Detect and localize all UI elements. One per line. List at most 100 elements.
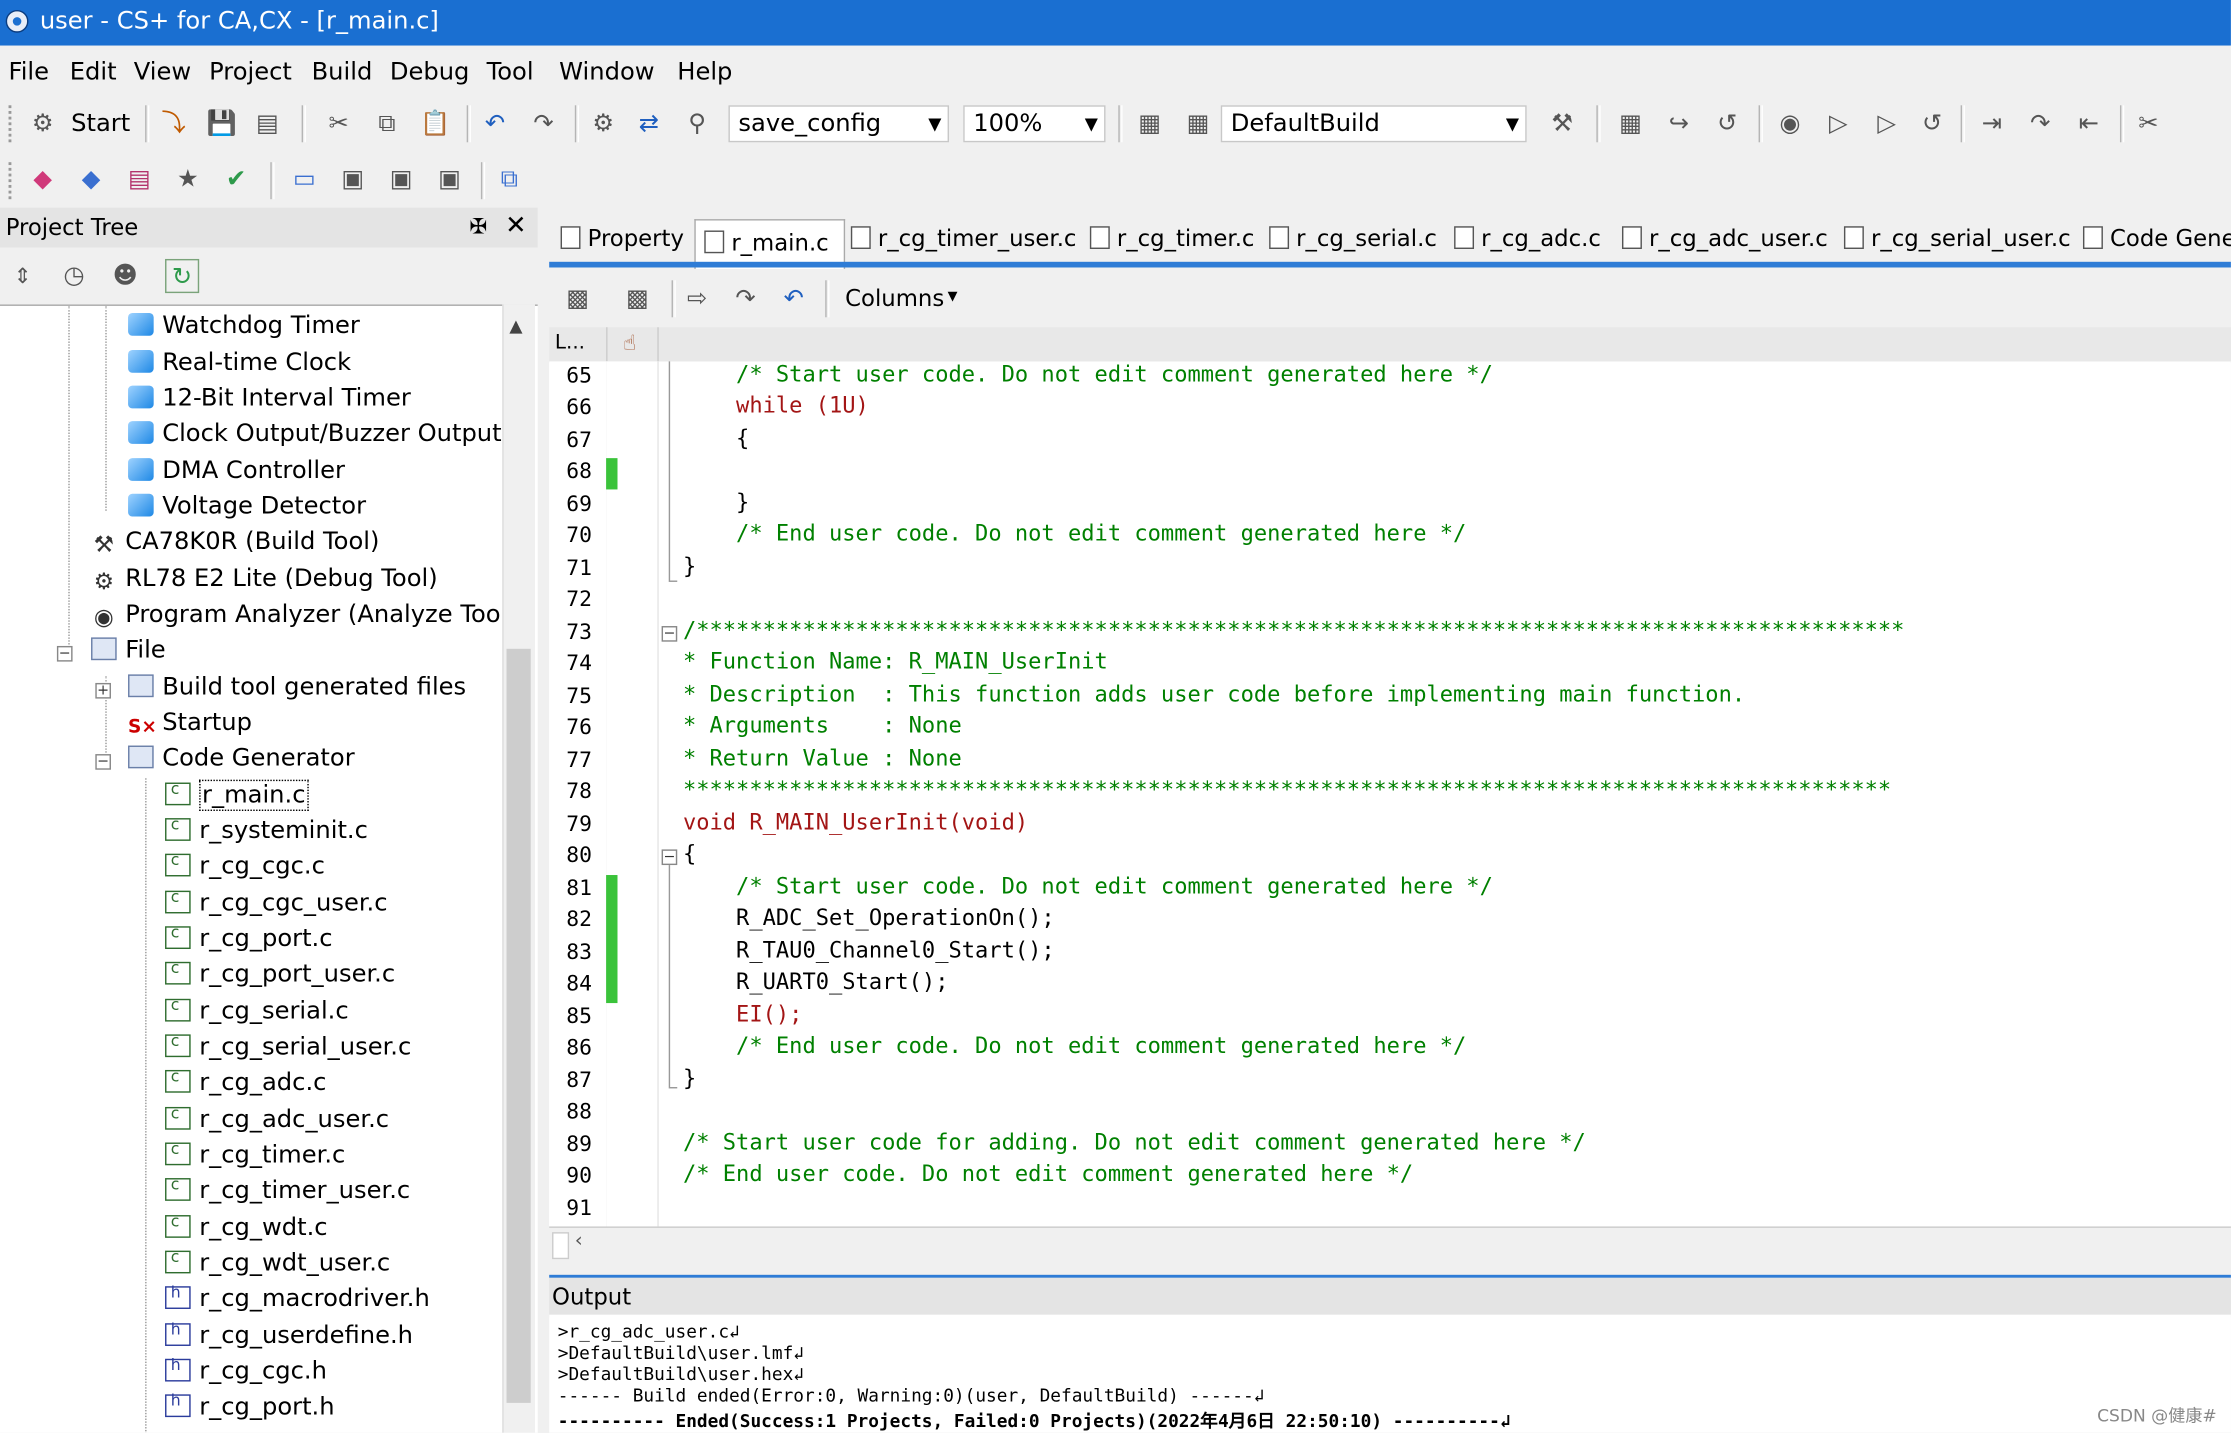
menu-project[interactable]: Project [209, 58, 292, 86]
tree-item-real-time-clock[interactable]: Real-time Clock [128, 349, 351, 385]
tree-item-file-h[interactable]: r_cg_macrodriver.h [165, 1283, 430, 1321]
tree-item-file-c[interactable]: r_cg_port_user.c [165, 959, 395, 996]
pin-icon[interactable]: ✠ [470, 213, 488, 239]
tab-r-cg-serial-c[interactable]: r_cg_serial.c [1269, 225, 1437, 265]
tree-item-file-c[interactable]: r_cg_port.c [165, 923, 333, 961]
redo-icon[interactable]: ↷ [728, 282, 762, 316]
tree-item-debug-tool[interactable]: ⚙ RL78 E2 Lite (Debug Tool) [91, 565, 438, 601]
editor-horizontal-scrollbar[interactable]: ‹ [549, 1226, 2231, 1263]
download-icon[interactable]: ▦ [1613, 107, 1647, 141]
go-icon[interactable]: ▷ [1821, 107, 1855, 141]
tree-item-file-c[interactable]: r_cg_wdt_user.c [165, 1248, 390, 1285]
menu-file[interactable]: File [9, 58, 49, 86]
connect-icon[interactable]: ↪ [1662, 107, 1696, 141]
tree-item-file-c[interactable]: r_cg_serial_user.c [165, 1032, 411, 1069]
chevron-down-icon[interactable]: ▼ [1500, 107, 1526, 141]
chevron-left-icon[interactable]: ‹ [575, 1229, 583, 1252]
cut-icon[interactable]: ✂ [322, 107, 356, 141]
open-icon[interactable]: ⤵ [157, 107, 191, 141]
output-panel[interactable]: >r_cg_adc_user.c↲ >DefaultBuild\user.lmf… [549, 1314, 2231, 1433]
toolbar-grip[interactable] [8, 162, 18, 200]
call-graph-icon[interactable]: ★ [171, 162, 205, 196]
menu-tool[interactable]: Tool [487, 58, 534, 86]
tree-item-startup[interactable]: S× Startup [128, 709, 252, 745]
paste-icon[interactable]: 📋 [418, 107, 452, 141]
code-editor[interactable]: 65 66 67 68 69 70 71 72 73 74 75 76 77 7… [549, 361, 2231, 1227]
rebuild-project-icon[interactable]: ▦ [1181, 107, 1215, 141]
tab-r-cg-adc-c[interactable]: r_cg_adc.c [1454, 225, 1601, 265]
undo-icon[interactable]: ↶ [478, 107, 512, 141]
split-handle[interactable] [552, 1232, 570, 1260]
history-icon[interactable]: ◷ [57, 259, 91, 293]
collapse-icon[interactable]: − [56, 645, 73, 662]
tree-item-file-h[interactable]: r_cg_port.h [165, 1391, 335, 1429]
tab-r-cg-serial-user-c[interactable]: r_cg_serial_user.c [1843, 225, 2071, 265]
return-out-icon[interactable]: ⇤ [2072, 107, 2106, 141]
columns-dropdown[interactable]: Columns [845, 285, 944, 312]
tree-item-voltage-detector[interactable]: Voltage Detector [128, 492, 366, 528]
tree-item-file-c[interactable]: r_cg_adc_user.c [165, 1104, 389, 1142]
sort-icon[interactable]: ⇕ [6, 259, 40, 293]
save-icon[interactable]: 💾 [205, 107, 239, 141]
trace-icon[interactable]: ✔ [219, 162, 253, 196]
tab-r-cg-adc-user-c[interactable]: r_cg_adc_user.c [1621, 225, 1828, 265]
save-all-icon[interactable]: ▤ [250, 107, 284, 141]
build-project-icon[interactable]: ▦ [1133, 107, 1167, 141]
undo-icon[interactable]: ↶ [777, 282, 811, 316]
menu-view[interactable]: View [134, 58, 191, 86]
replace-icon[interactable]: ⇄ [632, 107, 666, 141]
line-column-header[interactable]: L... [555, 332, 585, 355]
scrollbar-thumb[interactable] [506, 648, 531, 1403]
refresh-icon[interactable]: ↻ [165, 258, 200, 294]
tree-item-file-c[interactable]: r_systeminit.c [165, 815, 368, 853]
fold-icon[interactable]: − [661, 849, 678, 866]
tree-item-file-c[interactable]: r_cg_serial.c [165, 996, 349, 1033]
analyzer-chart-icon[interactable]: ◆ [26, 162, 60, 196]
chevron-down-icon[interactable]: ▼ [948, 290, 958, 304]
tree-item-interval-timer[interactable]: 12-Bit Interval Timer [128, 384, 411, 420]
tree-item-analyze-tool[interactable]: ◉ Program Analyzer (Analyze Tool [91, 600, 507, 636]
menu-debug[interactable]: Debug [390, 58, 470, 86]
tree-item-dma-controller[interactable]: DMA Controller [128, 457, 345, 493]
function-list-icon[interactable]: ◆ [74, 162, 108, 196]
go-to-icon[interactable]: ⇨ [680, 282, 714, 316]
zoom-combo[interactable]: 100% ▼ [963, 105, 1106, 143]
float-window-icon[interactable]: ⧉ [492, 162, 526, 196]
tree-item-file-c[interactable]: r_cg_adc.c [165, 1067, 326, 1105]
tab-r-cg-timer-c[interactable]: r_cg_timer.c [1089, 225, 1254, 265]
tree-item-file-c[interactable]: r_cg_wdt.c [165, 1212, 328, 1250]
build-mode-combo[interactable]: DefaultBuild ▼ [1220, 105, 1527, 143]
tree-item-file-c[interactable]: r_cg_timer_user.c [165, 1175, 410, 1213]
tree-item-file-c[interactable]: r_cg_cgc.c [165, 851, 325, 888]
disconnect-icon[interactable]: ✂ [2131, 107, 2165, 141]
hand-pointer-icon[interactable]: ☝ [623, 330, 636, 356]
tab-code-generator[interactable]: Code Gene [2082, 225, 2231, 265]
pane-splitter[interactable] [537, 207, 550, 1433]
tree-item-code-generator[interactable]: Code Generator [128, 744, 355, 780]
expand-icon[interactable]: + [95, 682, 111, 699]
bookmark-next-icon[interactable]: ▩ [620, 282, 654, 316]
search-combo[interactable]: save_config ▼ [728, 105, 950, 143]
menu-edit[interactable]: Edit [70, 58, 117, 86]
tree-item-file-c[interactable]: r_cg_cgc_user.c [165, 888, 388, 925]
stop-icon[interactable]: ◉ [1773, 107, 1807, 141]
variable-chart-icon[interactable]: ▤ [122, 162, 156, 196]
tree-item-file-h[interactable]: r_cg_userdefine.h [165, 1320, 413, 1358]
tree-item-clock-output[interactable]: Clock Output/Buzzer Output [128, 420, 502, 456]
fold-icon[interactable]: − [661, 626, 678, 642]
tree-item-file-h[interactable]: r_cg_cgc.h [165, 1356, 327, 1393]
comment-next-icon[interactable]: ▣ [384, 162, 418, 196]
comment-icon[interactable]: ▣ [336, 162, 370, 196]
start-button[interactable]: Start [71, 110, 130, 138]
find-in-files-icon[interactable]: ⚲ [680, 107, 714, 141]
collapse-icon[interactable]: − [95, 754, 111, 770]
menu-window[interactable]: Window [559, 58, 654, 86]
menu-build[interactable]: Build [312, 58, 373, 86]
chevron-down-icon[interactable]: ▼ [1078, 107, 1104, 141]
close-icon[interactable]: ✕ [505, 211, 526, 241]
bookmark-icon[interactable]: ▩ [561, 282, 595, 316]
tree-item-watchdog-timer[interactable]: Watchdog Timer [128, 312, 360, 348]
restart-icon[interactable]: ↺ [1710, 107, 1744, 141]
copy-icon[interactable]: ⧉ [370, 107, 404, 141]
tree-item-build-tool[interactable]: ⚒ CA78K0R (Build Tool) [91, 528, 380, 564]
